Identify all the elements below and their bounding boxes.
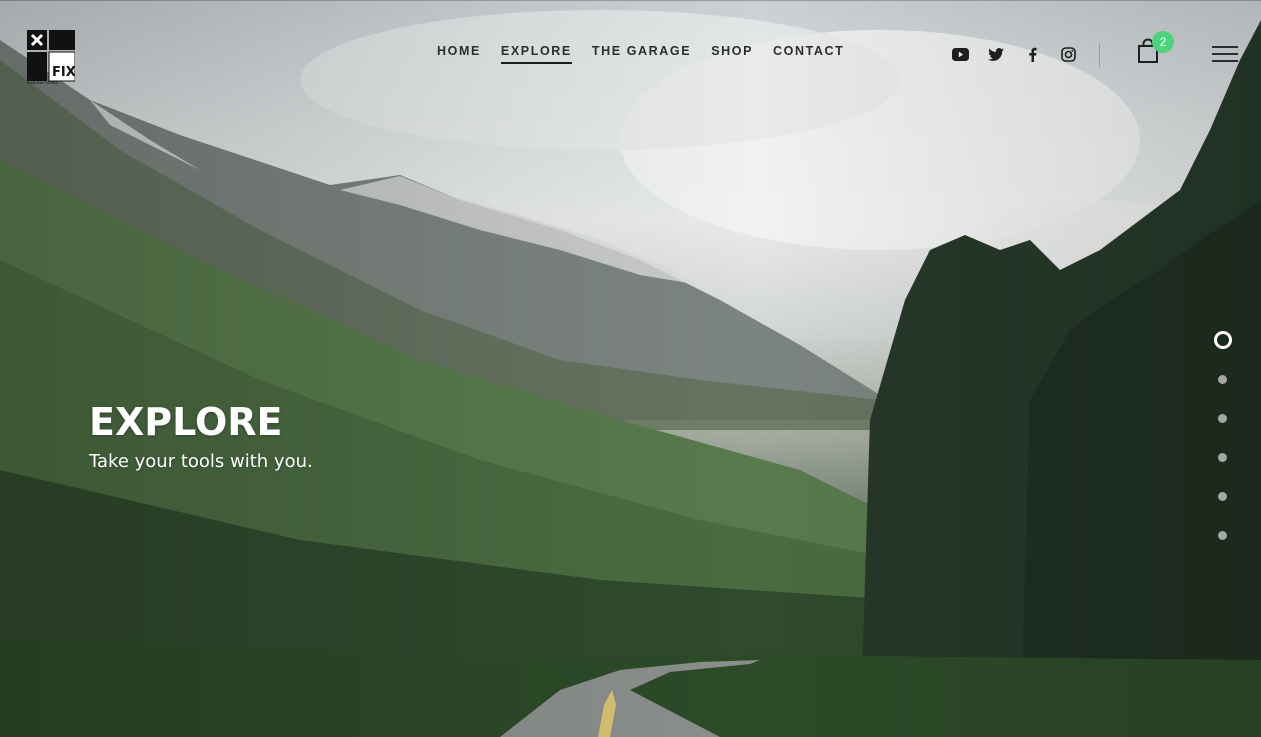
fix-logo-icon: FIX MANUFACTURING (27, 30, 76, 85)
slide-dot-2[interactable] (1218, 375, 1227, 384)
logo-subtext: MANUFACTURING (27, 81, 59, 85)
twitter-icon[interactable] (987, 45, 1005, 63)
slide-dot-6[interactable] (1218, 531, 1227, 540)
nav-item-explore[interactable]: EXPLORE (500, 44, 572, 64)
youtube-icon[interactable] (951, 45, 969, 63)
site-header: FIX MANUFACTURING HOME EXPLORE THE GARAG… (0, 0, 1261, 110)
logo-text: FIX (52, 65, 75, 80)
slide-dot-3[interactable] (1218, 414, 1227, 423)
facebook-icon[interactable] (1023, 45, 1041, 63)
hero-background (0, 0, 1261, 737)
brand-logo[interactable]: FIX MANUFACTURING (27, 30, 76, 85)
slide-dot-4[interactable] (1218, 453, 1227, 462)
nav-item-contact[interactable]: CONTACT (773, 44, 844, 64)
hero-title: EXPLORE (89, 400, 283, 444)
slide-dot-1[interactable] (1214, 331, 1232, 349)
social-links (951, 45, 1077, 63)
instagram-icon[interactable] (1059, 45, 1077, 63)
hero-subtitle: Take your tools with you. (89, 451, 313, 472)
nav-item-shop[interactable]: SHOP (711, 44, 753, 64)
main-nav: HOME EXPLORE THE GARAGE SHOP CONTACT (437, 44, 844, 64)
nav-item-the-garage[interactable]: THE GARAGE (592, 44, 691, 64)
nav-item-home[interactable]: HOME (437, 44, 481, 64)
hamburger-menu-icon[interactable] (1212, 46, 1238, 62)
slide-dot-5[interactable] (1218, 492, 1227, 501)
cart-count-badge: 2 (1152, 31, 1174, 53)
header-divider (1099, 43, 1100, 67)
